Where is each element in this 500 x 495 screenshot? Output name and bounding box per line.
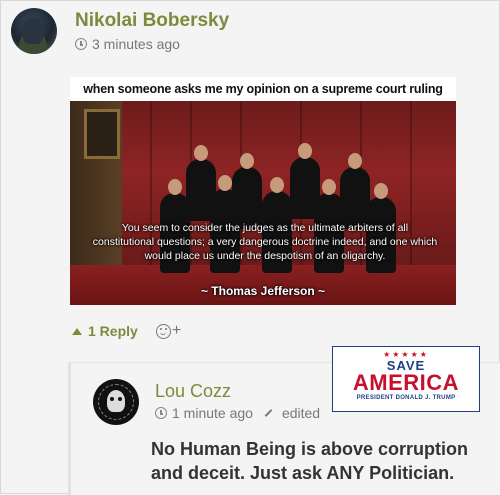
reply-timestamp[interactable]: 1 minute ago: [172, 405, 253, 421]
comment-image[interactable]: when someone asks me my opinion on a sup…: [70, 77, 456, 305]
clock-icon: [75, 38, 87, 50]
clock-icon: [155, 407, 167, 419]
replies-toggle-button[interactable]: 1 Reply: [72, 323, 138, 339]
skull-icon: [107, 390, 125, 412]
avatar[interactable]: [11, 8, 57, 54]
replies-count-label: 1 Reply: [88, 323, 138, 339]
timestamp-text: 3 minutes ago: [92, 36, 180, 52]
smiley-icon: [155, 323, 171, 339]
reply-author[interactable]: Lou Cozz: [155, 381, 231, 402]
caret-up-icon: [72, 327, 82, 335]
image-quote: You seem to consider the judges as the u…: [92, 222, 438, 262]
comment-author[interactable]: Nikolai Bobersky: [75, 10, 229, 32]
avatar[interactable]: [93, 379, 139, 425]
edited-label: edited: [281, 405, 321, 421]
comment-timestamp[interactable]: 3 minutes ago: [75, 36, 180, 52]
badge-america-text: AMERICA: [352, 370, 460, 395]
pencil-icon: [264, 409, 273, 417]
comment-actions: 1 Reply +: [72, 322, 181, 340]
court-photo: You seem to consider the judges as the u…: [70, 101, 456, 305]
badge-subtitle: PRESIDENT DONALD J. TRUMP: [356, 395, 456, 401]
image-caption: when someone asks me my opinion on a sup…: [70, 77, 456, 101]
plus-icon: +: [171, 322, 182, 339]
image-attribution: ~ Thomas Jefferson ~: [200, 284, 326, 298]
add-reaction-button[interactable]: +: [155, 322, 182, 340]
save-america-badge: ★★★★★ SAVE AMERICA PRESIDENT DONALD J. T…: [332, 346, 480, 412]
reply-meta: 1 minute ago edited: [155, 405, 320, 421]
reply-body: No Human Being is above corruption and d…: [151, 439, 469, 483]
